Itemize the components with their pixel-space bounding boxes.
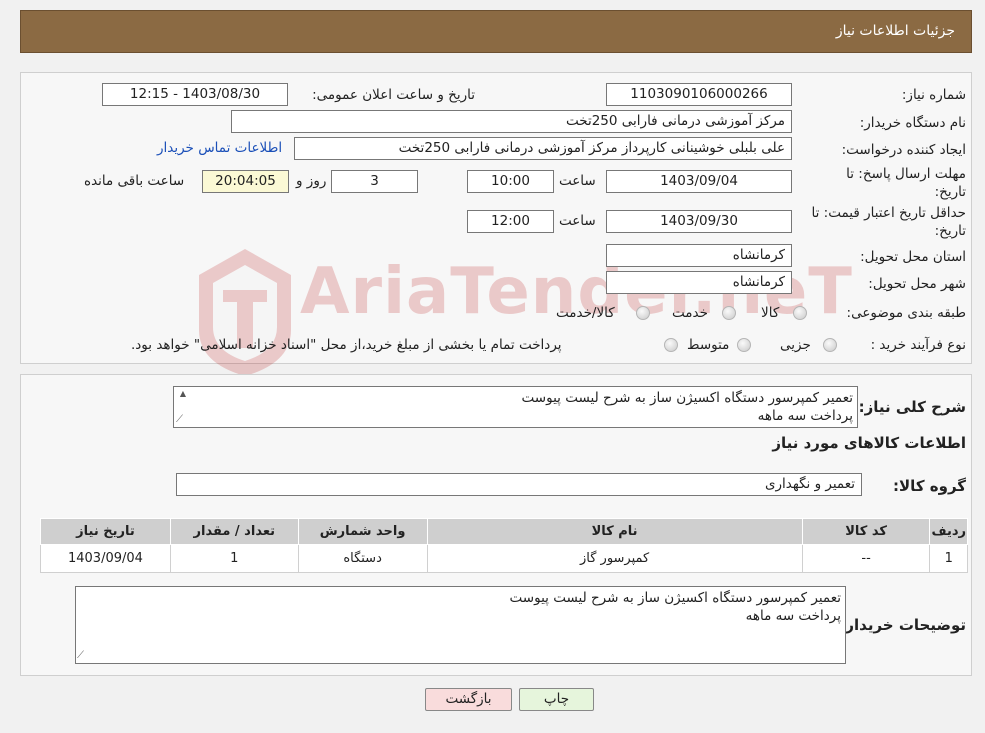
need-number-label: شماره نیاز: <box>901 87 966 103</box>
buyer-org-field: مرکز آموزشی درمانی فارابی 250تخت <box>231 110 792 133</box>
purchase-minor-radio[interactable] <box>823 338 837 352</box>
cell-code: -- <box>801 544 931 573</box>
back-button[interactable]: بازگشت <box>425 688 512 711</box>
page-header: جزئیات اطلاعات نیاز <box>20 10 972 53</box>
treasury-checkbox[interactable] <box>664 338 678 352</box>
buyer-contact-link[interactable]: اطلاعات تماس خریدار <box>157 140 282 156</box>
col-name: نام کالا <box>426 518 803 545</box>
category-goods-radio[interactable] <box>793 306 807 320</box>
category-goods-label: کالا <box>761 305 780 321</box>
goods-group-field: تعمیر و نگهداری <box>176 473 862 496</box>
cell-row: 1 <box>929 544 968 573</box>
province-field: کرمانشاه <box>606 244 792 267</box>
announce-label: تاریخ و ساعت اعلان عمومی: <box>312 87 475 103</box>
category-label: طبقه بندی موضوعی: <box>846 305 966 321</box>
goods-section-title: اطلاعات کالاهای مورد نیاز <box>772 434 966 452</box>
goods-table: ردیف کد کالا نام کالا واحد شمارش تعداد /… <box>40 518 968 573</box>
announce-field: 1403/08/30 - 12:15 <box>102 83 288 106</box>
summary-textarea[interactable]: تعمیر کمپرسور دستگاه اکسیژن ساز به شرح ل… <box>173 386 858 428</box>
purchase-type-label: نوع فرآیند خرید : <box>870 337 966 353</box>
purchase-medium-radio[interactable] <box>737 338 751 352</box>
deadline-time-word: ساعت <box>559 173 596 189</box>
col-unit: واحد شمارش <box>297 518 428 545</box>
buyer-notes-label: توضیحات خریدار: <box>839 616 966 634</box>
validity-time-word: ساعت <box>559 213 596 229</box>
cell-qty: 1 <box>169 544 299 573</box>
col-code: کد کالا <box>801 518 931 545</box>
category-service-label: خدمت <box>672 305 708 321</box>
category-both-label: کالا/خدمت <box>556 305 615 321</box>
print-button[interactable]: چاپ <box>519 688 594 711</box>
page-title: جزئیات اطلاعات نیاز <box>835 23 955 39</box>
buyer-notes-textarea[interactable]: تعمیر کمپرسور دستگاه اکسیژن ساز به شرح ل… <box>75 586 846 664</box>
need-number-field: 1103090106000266 <box>606 83 792 106</box>
deadline-label-2: تاریخ: <box>934 184 966 200</box>
validity-label: حداقل تاریخ اعتبار قیمت: تا <box>811 205 966 221</box>
remaining-word: ساعت باقی مانده <box>84 173 185 189</box>
purchase-note: پرداخت تمام یا بخشی از مبلغ خرید،از محل … <box>131 337 562 353</box>
resize-grip-icon[interactable]: ⟋ <box>176 414 188 426</box>
goods-group-label: گروه کالا: <box>893 477 966 495</box>
summary-scroll-up-icon[interactable]: ▲ <box>176 389 190 401</box>
days-field: 3 <box>331 170 418 193</box>
purchase-minor-label: جزیی <box>780 337 811 353</box>
watermark-logo <box>195 245 295 380</box>
col-qty: تعداد / مقدار <box>169 518 299 545</box>
remaining-time-field: 20:04:05 <box>202 170 289 193</box>
col-row: ردیف <box>929 518 968 545</box>
table-row: 1 -- کمپرسور گاز دستگاه 1 1403/09/04 <box>40 544 968 573</box>
notes-resize-grip-icon[interactable]: ⟋ <box>77 650 89 662</box>
deadline-time-field: 10:00 <box>467 170 554 193</box>
goods-table-header: ردیف کد کالا نام کالا واحد شمارش تعداد /… <box>40 518 968 545</box>
goods-table-wrap: ردیف کد کالا نام کالا واحد شمارش تعداد /… <box>40 518 968 573</box>
purchase-medium-label: متوسط <box>687 337 730 353</box>
requester-field: علی بلبلی خوشینانی کارپرداز مرکز آموزشی … <box>294 137 792 160</box>
cell-unit: دستگاه <box>297 544 428 573</box>
deadline-label: مهلت ارسال پاسخ: تا <box>846 166 966 182</box>
requester-label: ایجاد کننده درخواست: <box>841 142 966 158</box>
category-service-radio[interactable] <box>722 306 736 320</box>
buyer-org-label: نام دستگاه خریدار: <box>859 115 966 131</box>
summary-label: شرح کلی نیاز: <box>858 398 966 416</box>
province-label: استان محل تحویل: <box>860 249 966 265</box>
validity-label-2: تاریخ: <box>934 223 966 239</box>
col-date: تاریخ نیاز <box>40 518 171 545</box>
validity-date-field: 1403/09/30 <box>606 210 792 233</box>
city-label: شهر محل تحویل: <box>868 276 966 292</box>
days-word: روز و <box>296 173 327 189</box>
validity-time-field: 12:00 <box>467 210 554 233</box>
city-field: کرمانشاه <box>606 271 792 294</box>
cell-date: 1403/09/04 <box>40 544 171 573</box>
cell-name: کمپرسور گاز <box>426 544 803 573</box>
category-both-radio[interactable] <box>636 306 650 320</box>
deadline-date-field: 1403/09/04 <box>606 170 792 193</box>
